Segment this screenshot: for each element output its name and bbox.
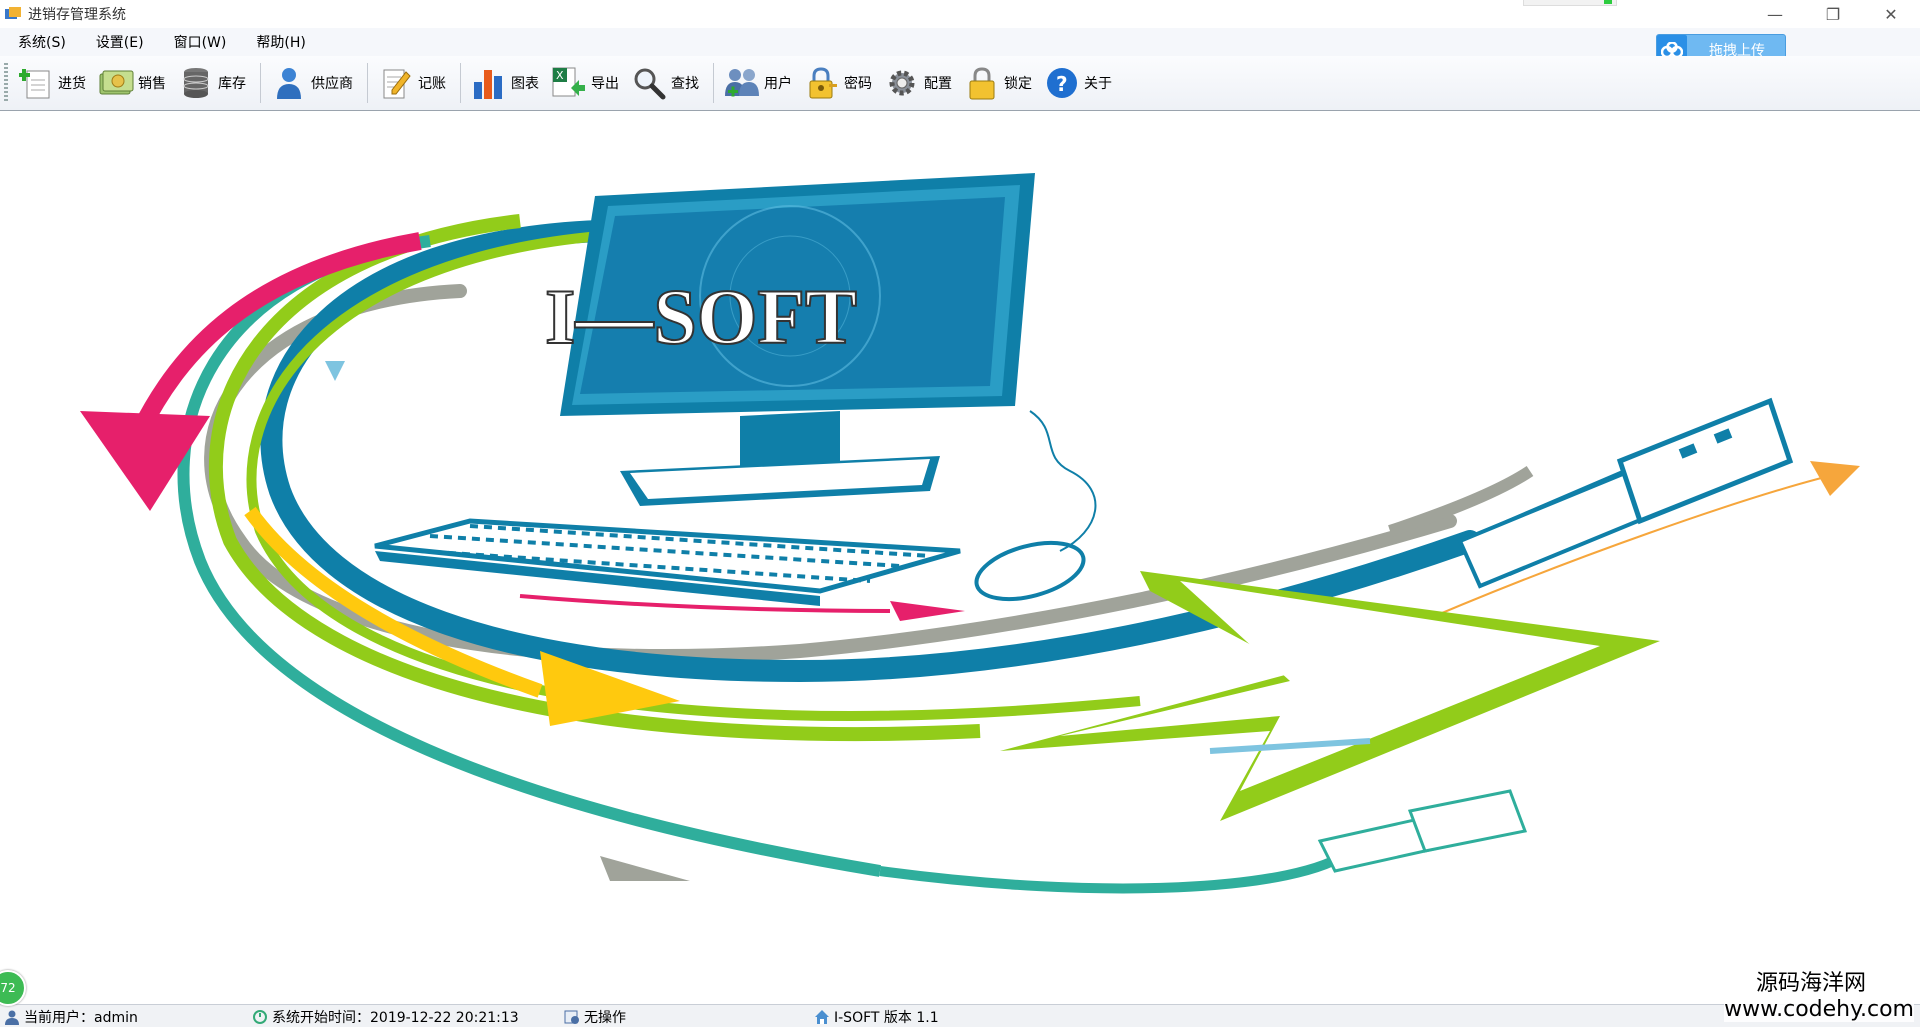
padlock-icon [964,65,1000,101]
watermark-name: 源码海洋网 [1755,971,1866,996]
home-status-icon [815,1010,829,1024]
current-user-text: 当前用户：admin [24,1010,138,1026]
tool-password[interactable]: 密码 [800,61,876,105]
user-status-icon [5,1010,19,1025]
tool-users[interactable]: 用户 [720,61,796,105]
notification-tab[interactable] [1523,0,1617,6]
brand-text: I—SOFT [545,273,857,360]
svg-text:?: ? [1056,72,1068,96]
menu-settings[interactable]: 设置(E) [84,32,156,52]
start-time-text: 系统开始时间：2019-12-22 20:21:13 [272,1010,519,1026]
blue-small-arrow-head [325,361,345,381]
version-text: I-SOFT 版本 1.1 [834,1010,939,1026]
tool-sales[interactable]: 销售 [94,61,170,105]
splash-illustration: I—SOFT [80,173,1860,894]
tool-inventory[interactable]: 库存 [174,61,250,105]
tool-purchase[interactable]: 进货 [14,61,90,105]
tool-config[interactable]: 配置 [880,61,956,105]
tool-purchase-label: 进货 [58,76,86,92]
status-user: 当前用户：admin [4,1007,138,1027]
tool-accounting-label: 记账 [418,76,446,92]
toolbar-separator [260,63,261,103]
clock-status-icon [253,1010,267,1024]
database-icon [178,65,214,101]
tool-supplier-label: 供应商 [311,76,353,92]
tool-accounting[interactable]: 记账 [374,61,450,105]
watermark-url: www.codehy.com [1724,997,1914,1022]
tool-supplier[interactable]: 供应商 [267,61,357,105]
bar-chart-icon [471,65,507,101]
person-icon [271,65,307,101]
tool-inventory-label: 库存 [218,76,246,92]
money-icon [98,65,134,101]
toolbar-grip[interactable] [4,63,8,103]
menu-help[interactable]: 帮助(H) [244,32,317,52]
svg-text:X: X [556,69,564,82]
app-icon [5,7,21,19]
magenta-small-arrow-head [890,601,965,621]
tool-export[interactable]: X 导出 [547,61,623,105]
toolbar: 进货 销售 库存 供应商 记账 图表 X 导出 查找 用户 密码 配置 锁定 ?… [0,56,1920,111]
window-title: 进销存管理系统 [28,7,126,23]
tool-charts-label: 图表 [511,76,539,92]
gray-arrow-head [600,856,690,881]
tool-lock-label: 锁定 [1004,76,1032,92]
close-button[interactable]: ✕ [1862,0,1920,28]
status-operation: 无操作 [564,1007,626,1027]
title-bar: 进销存管理系统 — ❐ ✕ [0,0,1920,28]
status-start-time: 系统开始时间：2019-12-22 20:21:13 [252,1007,519,1027]
toolbar-separator [367,63,368,103]
help-icon: ? [1044,65,1080,101]
menu-system[interactable]: 系统(S) [6,32,78,52]
users-icon [724,65,760,101]
menu-bar: 系统(S) 设置(E) 窗口(W) 帮助(H) [0,28,1920,56]
add-document-icon [18,65,54,101]
toolbar-separator [460,63,461,103]
magnifier-icon [631,65,667,101]
gear-icon [884,65,920,101]
usb-plug-small [1317,789,1528,873]
key-lock-icon [804,65,840,101]
operation-status-icon [564,1010,579,1024]
tool-sales-label: 销售 [138,76,166,92]
tool-about-label: 关于 [1084,76,1112,92]
minimize-button[interactable]: — [1746,0,1804,28]
operation-text: 无操作 [584,1010,626,1026]
tool-charts[interactable]: 图表 [467,61,543,105]
tool-search[interactable]: 查找 [627,61,703,105]
mouse [974,410,1097,602]
main-area: I—SOFT [0,111,1920,1004]
watermark: 源码海洋网 www.codehy.com [1724,965,1914,1022]
excel-export-icon: X [551,65,587,101]
tool-lock[interactable]: 锁定 [960,61,1036,105]
tool-config-label: 配置 [924,76,952,92]
restore-button[interactable]: ❐ [1804,0,1862,28]
tool-users-label: 用户 [764,76,792,92]
keyboard [374,518,961,606]
tool-password-label: 密码 [844,76,872,92]
notepad-pencil-icon [378,65,414,101]
status-version: I-SOFT 版本 1.1 [814,1007,939,1027]
toolbar-separator [713,63,714,103]
menu-window[interactable]: 窗口(W) [162,32,239,52]
status-bar: 当前用户：admin 系统开始时间：2019-12-22 20:21:13 无操… [0,1004,1920,1027]
tool-export-label: 导出 [591,76,619,92]
tool-about[interactable]: ? 关于 [1040,61,1116,105]
tool-search-label: 查找 [671,76,699,92]
